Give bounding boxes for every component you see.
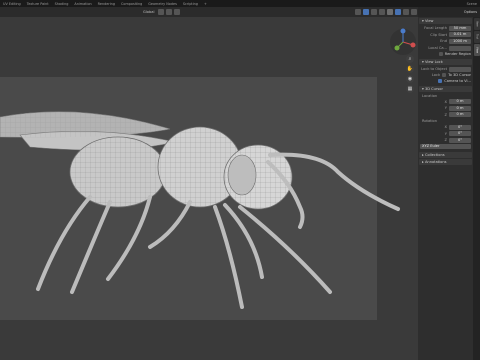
- tab-animation[interactable]: Animation: [71, 2, 94, 6]
- gizmo-z-icon[interactable]: [400, 28, 406, 34]
- overlay-toggle-icon[interactable]: [371, 9, 377, 15]
- cursor-rx-field[interactable]: 0°: [449, 124, 471, 130]
- focal-length-field[interactable]: 50 mm: [449, 25, 471, 31]
- zoom-icon[interactable]: ⌕: [406, 55, 414, 63]
- to-3d-cursor-checkbox[interactable]: [442, 73, 447, 78]
- xray-toggle-icon[interactable]: [379, 9, 385, 15]
- render-region-label: Render Region: [444, 52, 471, 57]
- location-label: Location: [422, 93, 438, 98]
- clip-end-label: End: [440, 39, 447, 44]
- scene-selector[interactable]: Scene: [467, 2, 480, 6]
- focal-length-label: Focal Length: [424, 26, 447, 31]
- rotation-mode-dropdown[interactable]: XYZ Euler: [420, 144, 471, 150]
- camera-view-icon[interactable]: ◉: [406, 75, 414, 83]
- compound-eye: [227, 154, 257, 196]
- workspace-tabs-bar: UV Editing Texture Paint Shading Animati…: [0, 0, 480, 7]
- lock-to-object-field[interactable]: [449, 66, 471, 72]
- tab-item[interactable]: Item: [473, 18, 480, 30]
- sidebar-tabs: Item Tool View: [473, 17, 480, 360]
- camera-to-view-label: Camera to Vi...: [444, 78, 471, 83]
- view-section-header[interactable]: ▾ View: [419, 18, 472, 24]
- wasp-model[interactable]: [0, 17, 418, 360]
- clip-start-field[interactable]: 0.01 m: [449, 32, 471, 38]
- viewport-header: Global: [0, 7, 418, 17]
- local-camera-field[interactable]: [449, 45, 471, 51]
- npanel-toolbar: Options: [418, 7, 480, 17]
- transform-orientation-dropdown[interactable]: Global: [140, 10, 157, 14]
- tab-compositing[interactable]: Compositing: [118, 2, 145, 6]
- to-3d-cursor-label: To 3D Cursor: [448, 73, 471, 78]
- tab-geometry-nodes[interactable]: Geometry Nodes: [145, 2, 180, 6]
- lock-label: Lock: [431, 73, 441, 78]
- shading-material-icon[interactable]: [403, 9, 409, 15]
- shading-rendered-icon[interactable]: [411, 9, 417, 15]
- gizmo-toggle-icon[interactable]: [363, 9, 369, 15]
- cursor-y-field[interactable]: 0 m: [449, 105, 471, 111]
- pan-icon[interactable]: ✋: [406, 65, 414, 73]
- cursor-ry-field[interactable]: 0°: [449, 131, 471, 137]
- tab-tool[interactable]: Tool: [473, 31, 480, 43]
- lock-to-object-label: Lock to Object: [421, 67, 447, 72]
- tab-texture-paint[interactable]: Texture Paint: [24, 2, 52, 6]
- render-region-checkbox[interactable]: [438, 52, 443, 57]
- cursor-z-field[interactable]: 0 m: [449, 112, 471, 118]
- snap-icon[interactable]: [166, 9, 173, 15]
- annotations-section-header[interactable]: ▸ Annotations: [419, 159, 472, 166]
- camera-to-view-checkbox[interactable]: [438, 78, 443, 83]
- tab-uv-editing[interactable]: UV Editing: [0, 2, 24, 6]
- perspective-toggle-icon[interactable]: ▦: [406, 85, 414, 93]
- proportional-edit-icon[interactable]: [174, 9, 181, 15]
- gizmo-y-icon[interactable]: [394, 45, 400, 51]
- 3d-cursor-section-header[interactable]: ▾ 3D Cursor: [419, 85, 472, 92]
- view-lock-section-header[interactable]: ▾ View Lock: [419, 58, 472, 65]
- options-dropdown[interactable]: Options: [464, 10, 480, 14]
- rotation-label: Rotation: [422, 118, 438, 123]
- clip-end-field[interactable]: 1000 m: [449, 38, 471, 44]
- shading-wireframe-icon[interactable]: [387, 9, 393, 15]
- sidebar-panel: ▾ View Focal Length 50 mm Clip Start 0.0…: [418, 17, 473, 360]
- legs: [36, 195, 332, 309]
- local-camera-label: Local Ca...: [428, 46, 447, 51]
- cursor-x-field[interactable]: 0 m: [449, 99, 471, 105]
- gizmo-x-icon[interactable]: [410, 42, 416, 48]
- clip-start-label: Clip Start: [430, 32, 447, 37]
- tab-shading[interactable]: Shading: [52, 2, 72, 6]
- shading-solid-icon[interactable]: [395, 9, 401, 15]
- cursor-rz-field[interactable]: 0°: [449, 137, 471, 143]
- add-workspace-button[interactable]: +: [201, 2, 210, 6]
- collections-section-header[interactable]: ▸ Collections: [419, 152, 472, 159]
- pivot-icon[interactable]: [158, 9, 165, 15]
- navigation-gizmo[interactable]: [389, 28, 417, 56]
- tab-rendering[interactable]: Rendering: [95, 2, 118, 6]
- tab-view[interactable]: View: [473, 44, 480, 56]
- tab-scripting[interactable]: Scripting: [180, 2, 201, 6]
- 3d-viewport[interactable]: Global ⌕ ✋ ◉ ▦: [0, 7, 418, 360]
- visibility-icon[interactable]: [355, 9, 361, 15]
